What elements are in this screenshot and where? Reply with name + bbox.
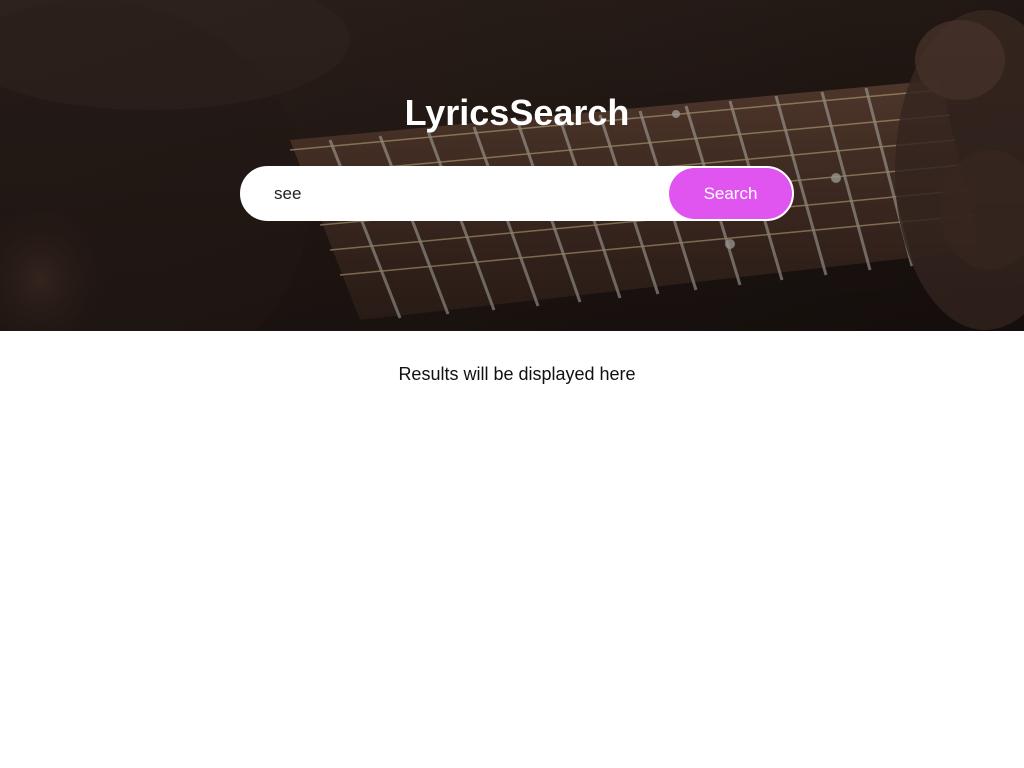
app-title: LyricsSearch: [404, 92, 630, 133]
search-input[interactable]: [274, 168, 664, 219]
hero-banner: LyricsSearch Search: [0, 0, 1024, 331]
results-placeholder-text: Results will be displayed here: [398, 364, 636, 384]
search-button[interactable]: Search: [669, 168, 792, 219]
hero-content: LyricsSearch Search: [0, 0, 1024, 331]
search-form: Search: [240, 166, 794, 221]
